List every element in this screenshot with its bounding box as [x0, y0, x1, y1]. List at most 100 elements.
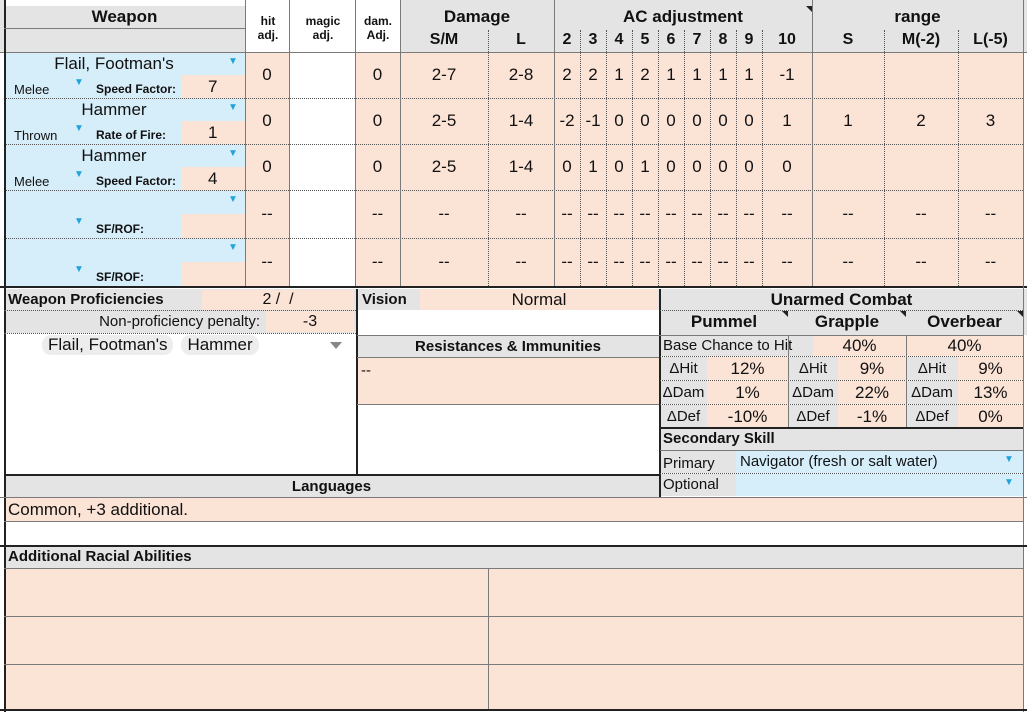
ac-adj-cell: -- — [736, 238, 762, 286]
grid-line — [4, 333, 356, 334]
weapon-header: Weapon — [4, 6, 245, 28]
chevron-down-icon[interactable]: ▼ — [228, 56, 238, 67]
weapon-name-select[interactable] — [4, 238, 224, 262]
grid-line — [4, 28, 245, 29]
base-chance-overbear: 40% — [906, 335, 1023, 356]
racial-grid[interactable] — [4, 569, 1023, 710]
chevron-down-icon[interactable] — [330, 342, 342, 349]
ac-adj-cell: 0 — [710, 144, 736, 190]
languages-title: Languages — [4, 475, 659, 497]
proficiency-list[interactable] — [4, 334, 356, 474]
grid-line — [660, 427, 1023, 429]
ac-adj-cell: 0 — [684, 144, 710, 190]
weapon-name-select[interactable] — [4, 190, 224, 214]
hit-adj-cell: -- — [245, 190, 289, 238]
resistances-value[interactable]: -- — [357, 358, 659, 404]
languages-blank-row[interactable] — [4, 521, 1023, 545]
grid-line — [684, 30, 685, 286]
primary-skill-select[interactable]: Navigator (fresh or salt water) — [736, 451, 1023, 473]
chevron-down-icon[interactable]: ▼ — [1004, 454, 1014, 465]
chevron-down-icon[interactable]: ▼ — [228, 102, 238, 113]
magic-adj-cell[interactable] — [289, 52, 355, 98]
unarmed-delta-value: 9% — [958, 357, 1023, 380]
ac-adj-cell: -- — [580, 238, 606, 286]
ac-adj-cell: 0 — [632, 98, 658, 144]
chevron-down-icon[interactable]: ▼ — [74, 169, 84, 180]
proficiency-chip[interactable]: Hammer — [181, 335, 259, 355]
weapon-name-select[interactable]: Hammer — [4, 98, 224, 121]
ac-adj-cell: -2 — [554, 98, 580, 144]
languages-value[interactable]: Common, +3 additional. — [4, 498, 1023, 521]
grid-line — [488, 30, 489, 286]
magic-adj-cell[interactable] — [289, 144, 355, 190]
ac-adj-cell: 2 — [580, 52, 606, 98]
dam-adj-header: dam. Adj. — [363, 14, 392, 42]
grid-line — [356, 289, 358, 474]
unarmed-delta-value: 9% — [838, 357, 906, 380]
weapon-factor-label: Speed Factor: — [96, 174, 177, 188]
ac-adj-cell: 2 — [554, 52, 580, 98]
grid-line — [788, 335, 789, 427]
pummel-note-marker — [782, 311, 788, 317]
chevron-down-icon[interactable]: ▼ — [74, 123, 84, 134]
range-m-header: M(-2) — [901, 31, 941, 48]
weapon-factor-value[interactable]: 7 — [182, 75, 245, 98]
ac-adj-cell: 1 — [632, 144, 658, 190]
range-l-cell: -- — [958, 190, 1023, 238]
magic-adj-header: magic adj. — [305, 14, 341, 42]
weapon-name-select[interactable]: Flail, Footman's — [4, 52, 224, 75]
grid-line — [4, 474, 659, 476]
chevron-down-icon[interactable]: ▼ — [228, 148, 238, 159]
grid-line — [660, 380, 1023, 381]
chevron-down-icon[interactable]: ▼ — [74, 77, 84, 88]
ac-adj-cell: -- — [710, 238, 736, 286]
weapon-factor-value[interactable] — [182, 262, 245, 286]
magic-adj-cell[interactable] — [289, 98, 355, 144]
ac-adj-cell: -- — [554, 190, 580, 238]
weapon-factor-label: Speed Factor: — [96, 82, 177, 96]
chevron-down-icon[interactable]: ▼ — [74, 264, 84, 275]
weapon-name-select[interactable]: Hammer — [4, 144, 224, 167]
grid-line — [4, 190, 1023, 191]
ac-adj-cell: 0 — [658, 98, 684, 144]
range-l-header: L(-5) — [973, 31, 1008, 48]
damage-sm-cell: 2-5 — [400, 144, 488, 190]
grid-line — [736, 30, 737, 286]
ac-adj-cell: -- — [580, 190, 606, 238]
chevron-down-icon[interactable]: ▼ — [228, 194, 238, 205]
vision-value[interactable]: Normal — [420, 289, 658, 310]
ac-adj-cell: 1 — [606, 52, 632, 98]
grid-line — [4, 310, 356, 311]
optional-skill-select[interactable] — [736, 474, 1023, 496]
unarmed-delta-value: 22% — [838, 381, 906, 404]
penalty-value[interactable]: -3 — [266, 311, 354, 332]
unarmed-delta-label: ΔDam — [788, 381, 838, 404]
grid-line — [4, 98, 1023, 99]
grid-line — [659, 289, 661, 498]
damage-l-cell: 1-4 — [488, 98, 554, 144]
weapon-factor-value[interactable] — [182, 214, 245, 238]
ac-adj-cell: -- — [684, 238, 710, 286]
proficiency-chip[interactable]: Flail, Footman's — [42, 335, 174, 355]
ac-adj-cell: -- — [736, 190, 762, 238]
range-l-cell — [958, 144, 1023, 190]
grid-line — [4, 521, 1023, 522]
proficiency-chips: Flail, Footman's Hammer — [42, 335, 259, 355]
grid-line — [660, 356, 1023, 357]
ac-adj-cell: -- — [632, 238, 658, 286]
ac-adj-cell: 0 — [736, 98, 762, 144]
chevron-down-icon[interactable]: ▼ — [1004, 477, 1014, 488]
grid-line — [0, 709, 1027, 711]
ac-adj-cell: 0 — [684, 98, 710, 144]
chevron-down-icon[interactable]: ▼ — [74, 216, 84, 227]
ac-adj-cell: -- — [606, 238, 632, 286]
magic-adj-cell[interactable] — [289, 238, 355, 286]
grapple-note-marker — [900, 311, 906, 317]
weapon-factor-value[interactable]: 1 — [182, 121, 245, 144]
magic-adj-cell[interactable] — [289, 190, 355, 238]
vision-label: Vision — [362, 291, 407, 308]
weapon-factor-value[interactable]: 4 — [182, 167, 245, 190]
chevron-down-icon[interactable]: ▼ — [228, 242, 238, 253]
grid-line — [0, 52, 1027, 53]
proficiency-slots[interactable]: 2 / / — [202, 290, 354, 310]
